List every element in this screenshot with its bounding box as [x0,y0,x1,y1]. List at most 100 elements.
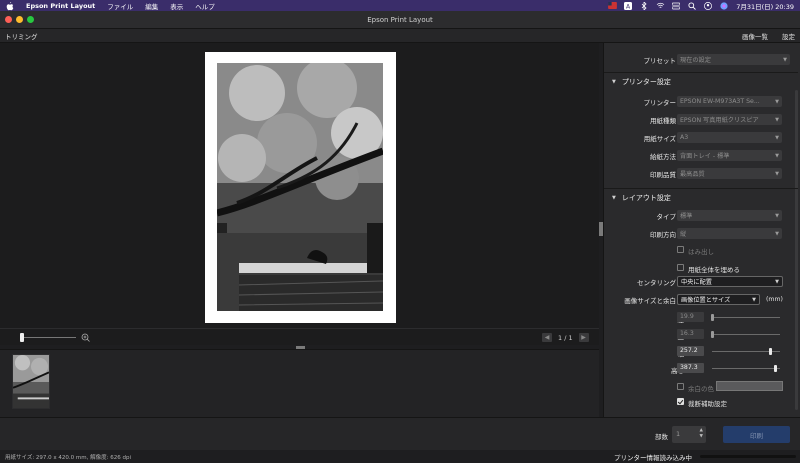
paper-source-select[interactable]: 背面トレイ - 標準 ▼ [677,150,782,161]
layout-settings-title: レイアウト設定 [621,193,671,202]
layout-type-select[interactable]: 標準 ▼ [677,210,782,221]
menu-app-name[interactable]: Epson Print Layout [26,2,95,10]
previous-page-button[interactable]: ◀ [542,333,552,342]
next-page-button[interactable]: ▶ [578,333,589,342]
input-source-icon[interactable]: A [624,2,633,11]
window-title: Epson Print Layout [367,15,433,24]
crop-marks-label: 裁断補助設定 [688,400,727,408]
printer-settings-header[interactable]: ▼ プリンター設定 [612,75,671,88]
bluetooth-icon[interactable] [640,1,648,11]
image-list-button[interactable]: 画像一覧 [742,31,768,41]
printer-row: プリンター EPSON EW-M973A3T Se... ▼ [604,95,792,108]
borderless-checkbox[interactable] [677,246,684,253]
zoom-slider-knob[interactable] [20,333,24,342]
centering-label: センタリング [637,278,676,287]
printer-select[interactable]: EPSON EW-M973A3T Se... ▼ [677,96,782,107]
image-size-select[interactable]: 画像位置とサイズ ▼ [677,294,760,305]
paper-size-label: 用紙サイズ [643,134,676,143]
chevron-down-icon: ▼ [775,98,779,105]
height-slider-knob[interactable] [774,365,777,372]
chevron-down-icon: ▼ [775,230,779,237]
print-quality-select[interactable]: 最高品質 ▼ [677,168,782,179]
paper-preview [205,52,396,323]
printer-value: EPSON EW-M973A3T Se... [680,98,760,105]
wifi-icon[interactable] [656,2,665,9]
width-value-field[interactable]: 257.2 [677,346,704,356]
user-icon[interactable] [704,2,713,10]
bottom-action-bar: 部数 1 ▲ ▼ 印刷 [0,417,800,450]
photo-preview[interactable] [217,63,383,311]
page-indicator: 1 / 1 [558,333,573,342]
fill-paper-checkbox[interactable] [677,264,684,271]
chevron-down-icon: ▼ [775,116,779,123]
printer-loading-text: プリンター情報読み込み中 [614,454,692,462]
menu-edit[interactable]: 編集 [145,1,158,11]
thumbnail-strip [0,349,599,417]
copies-value: 1 [676,430,681,438]
paper-source-row: 給紙方法 背面トレイ - 標準 ▼ [604,149,792,162]
apple-icon[interactable] [6,1,14,10]
left-value-field[interactable]: 19.9 [677,312,704,322]
left-slider-knob[interactable] [711,314,714,321]
flag-icon[interactable] [608,2,618,9]
image-size-label: 画像サイズと余白 [624,296,676,305]
height-value-field[interactable]: 387.3 [677,363,704,373]
left-slider-track[interactable] [712,317,780,318]
centering-select[interactable]: 中央に配置 ▼ [677,276,783,287]
layout-type-label: タイプ [656,212,677,221]
menu-clock[interactable]: 7月31日(日) 20:39 [736,1,794,11]
paper-type-select[interactable]: EPSON 写真用紙クリスピア ▼ [677,114,782,125]
control-center-icon[interactable] [671,2,681,10]
paper-info-text: 用紙サイズ: 297.0 x 420.0 mm, 解像度: 626 dpi [5,454,131,461]
panel-scrollbar[interactable] [795,90,798,410]
zoom-window-button[interactable] [27,16,34,23]
paper-source-label: 給紙方法 [650,152,676,161]
orientation-select[interactable]: 縦 ▼ [677,228,782,239]
preset-select[interactable]: 現在の設定 ▼ [677,54,790,65]
close-window-button[interactable] [5,16,12,23]
menu-help[interactable]: ヘルプ [195,1,215,11]
trimming-button[interactable]: トリミング [5,31,38,41]
crop-marks-checkbox[interactable] [677,398,684,405]
photo-thumbnail[interactable] [12,354,50,409]
settings-panel: プリセット 現在の設定 ▼ ▼ プリンター設定 プリンター EPSON EW-M… [603,43,800,417]
top-value-field[interactable]: 16.3 [677,329,704,339]
margin-color-checkbox[interactable] [677,383,684,390]
toolbar: トリミング 画像一覧 設定 [0,29,800,43]
zoom-in-icon[interactable] [81,333,90,342]
status-bar: 用紙サイズ: 297.0 x 420.0 mm, 解像度: 626 dpi プリ… [0,450,800,463]
preset-label: プリセット [643,56,677,65]
settings-button[interactable]: 設定 [782,31,795,41]
preset-value: 現在の設定 [680,57,711,64]
copies-stepper[interactable]: 1 ▲ ▼ [672,426,706,443]
unit-label: (mm) [766,296,783,303]
layout-type-row: タイプ 標準 ▼ [604,209,792,222]
paper-size-select[interactable]: A3 ▼ [677,132,782,143]
stepper-arrows-icon[interactable]: ▲ ▼ [700,428,703,440]
paper-type-label: 用紙種類 [650,116,676,125]
borderless-label: はみ出し [688,248,714,256]
layout-settings-header[interactable]: ▼ レイアウト設定 [612,191,671,204]
minimize-window-button[interactable] [16,16,23,23]
margin-color-swatch[interactable] [716,381,783,391]
print-preview-area [0,43,599,328]
siri-icon[interactable] [720,2,728,10]
paper-type-row: 用紙種類 EPSON 写真用紙クリスピア ▼ [604,113,792,126]
width-slider-knob[interactable] [769,348,772,355]
menu-view[interactable]: 表示 [170,1,183,11]
search-icon[interactable] [688,2,697,10]
print-quality-row: 印刷品質 最高品質 ▼ [604,167,792,180]
top-slider-track[interactable] [712,334,780,335]
height-slider-track[interactable] [712,368,780,369]
divider [604,72,798,73]
printer-settings-title: プリンター設定 [621,77,671,86]
chevron-down-icon: ▼ [783,56,787,63]
top-slider-knob[interactable] [711,331,714,338]
divider [604,188,798,189]
macos-menu-bar: Epson Print Layout ファイル 編集 表示 ヘルプ A 7月31… [0,0,800,11]
menu-file[interactable]: ファイル [107,1,133,11]
paper-source-value: 背面トレイ - 標準 [680,153,730,160]
print-quality-label: 印刷品質 [650,170,676,179]
print-button[interactable]: 印刷 [723,426,790,443]
zoom-slider-track[interactable] [22,337,76,338]
